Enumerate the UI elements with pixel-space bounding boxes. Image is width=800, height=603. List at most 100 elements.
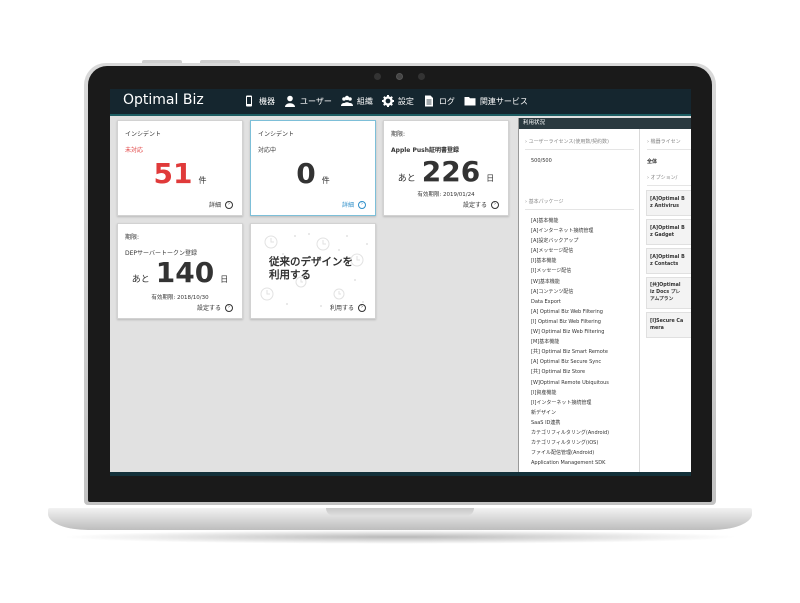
usage-panel-header: 利用状況 [519, 118, 691, 129]
details-link[interactable]: 詳細 › [209, 200, 233, 209]
incident-in-progress-card[interactable]: インシデント 対応中 0件 詳細 › [250, 120, 376, 216]
days-row: あと 140 日 [118, 256, 242, 289]
option-section[interactable]: › オプション/ [647, 174, 677, 181]
legacy-design-card[interactable]: 従来のデザインを 利用する 利用する › [250, 223, 376, 319]
apple-push-cert-card[interactable]: 期限: Apple Push証明書登録 あと 226 日 有効期限: 2019/01… [383, 120, 509, 216]
list-item: [共] Optimal Biz Smart Remote [531, 349, 608, 356]
nav-devices[interactable]: 機器 [243, 95, 275, 107]
arrow-right-circle-icon: › [358, 303, 366, 312]
base-notch [326, 508, 474, 516]
nav-users[interactable]: ユーザー [284, 95, 332, 107]
list-item: [A]基本機能 [531, 218, 559, 224]
list-item: [A]コンテンツ配信 [531, 288, 574, 295]
count-row: 0件 [251, 157, 375, 190]
card-status: 未対応 [125, 147, 144, 154]
days-unit: 日 [486, 174, 495, 183]
days-unit: 日 [220, 275, 229, 284]
header-accent-line [110, 114, 691, 116]
gear-icon [381, 95, 394, 107]
brand-logo[interactable]: Optimal Biz [123, 92, 204, 108]
divider [647, 149, 691, 150]
option-line: [I]Secure Ca [650, 319, 684, 324]
option-line: [共]Optimal [650, 283, 681, 288]
list-item: Data Export [531, 298, 561, 305]
count-unit: 件 [198, 176, 207, 185]
group-icon [340, 95, 353, 106]
section-label: 機器ライセン [650, 139, 681, 145]
list-item: [M]基本機能 [531, 339, 560, 346]
list-item: カテゴリフィルタリング(Android) [531, 429, 610, 436]
list-item: [A] Optimal Biz Secure Sync [531, 359, 602, 366]
main-nav: 機器 ユーザー 組織 設定 ログ 関連サービス [243, 95, 537, 107]
card-title: インシデント [125, 131, 162, 138]
nav-organization[interactable]: 組織 [340, 95, 373, 107]
nav-log[interactable]: ログ [423, 95, 455, 107]
option-line: z Antivirus [650, 204, 679, 209]
link-label: 設定する [196, 305, 221, 312]
app-screen: Optimal Biz 機器 ユーザー 組織 設定 ログ 関連サービス インシデ… [110, 89, 691, 476]
sensor-dot [418, 73, 425, 80]
list-item: ファイル配信管理(Android) [531, 450, 595, 457]
details-link[interactable]: 詳細 › [342, 200, 366, 209]
configure-link[interactable]: 設定する › [463, 200, 499, 209]
webcam [396, 73, 403, 80]
arrow-right-circle-icon: › [225, 200, 233, 209]
option-item: [I]Secure Ca mera [646, 312, 691, 338]
arrow-right-circle-icon: › [225, 303, 233, 312]
section-label: オプション/ [650, 175, 678, 181]
list-item: [W] Optimal Biz Web Filtering [531, 329, 605, 336]
list-item: [I]資産機能 [531, 389, 557, 396]
option-line: mera [650, 326, 664, 331]
user-license-section[interactable]: › ユーザーライセンス(使用数/契約数) [525, 138, 609, 145]
divider [525, 149, 634, 150]
option-line: アムプラン [650, 297, 674, 302]
list-item: 新デザイン [531, 409, 557, 416]
link-label: 詳細 [341, 202, 354, 209]
option-line: [A]Optimal B [650, 255, 685, 260]
nav-label: 組織 [356, 96, 373, 106]
list-item: Application Management SDK [531, 460, 606, 467]
nav-label: ユーザー [300, 96, 332, 106]
divider [647, 185, 691, 186]
promo-line-2: 利用する [269, 269, 311, 281]
expiry-date: 有効期限: 2018/10/30 [151, 295, 209, 301]
base-shadow [60, 530, 740, 544]
screen-bottom-bar [110, 472, 691, 476]
option-line: [A]Optimal B [650, 226, 685, 231]
list-item: [W]基本機能 [531, 278, 560, 285]
days-row: あと 226 日 [384, 155, 508, 188]
card-title: 期限: [125, 234, 140, 241]
laptop-frame: Optimal Biz 機器 ユーザー 組織 設定 ログ 関連サービス インシデ… [0, 0, 800, 603]
all-label: 全体 [647, 159, 658, 165]
legacy-design-text: 従来のデザインを 利用する [269, 256, 353, 282]
nav-settings[interactable]: 設定 [381, 95, 414, 107]
count-unit: 件 [321, 176, 330, 185]
basic-package-section[interactable]: › 基本パッケージ [525, 198, 564, 205]
incident-unhandled-card[interactable]: インシデント 未対応 51 件 詳細 › [117, 120, 243, 216]
divider [525, 209, 634, 210]
days-remaining: 226 [421, 155, 481, 188]
configure-link[interactable]: 設定する › [197, 303, 233, 312]
list-item: カテゴリフィルタリング(iOS) [531, 440, 599, 447]
folder-icon [464, 97, 476, 106]
card-title: 期限: [391, 131, 406, 138]
option-item: [共]Optimal iz Docs プレ アムプラン [646, 277, 691, 309]
use-legacy-link[interactable]: 利用する › [330, 303, 366, 312]
section-label: 基本パッケージ [528, 199, 564, 205]
option-line: z Gadget [650, 233, 675, 238]
device-license-section[interactable]: › 機器ライセン [647, 138, 681, 145]
days-remaining: 140 [155, 256, 215, 289]
usage-panel: 利用状況 › ユーザーライセンス(使用数/契約数) 500/500 › 基本パッ… [518, 118, 691, 476]
list-item: [A]設定バックアップ [531, 238, 579, 245]
option-item: [A]Optimal B z Antivirus [646, 190, 691, 216]
option-line: iz Docs プレ [650, 290, 681, 295]
list-item: [W]Optimal Remote Ubiquitous [531, 379, 609, 386]
promo-line-1: 従来のデザインを [269, 256, 353, 268]
nav-label: ログ [438, 96, 455, 106]
arrow-right-circle-icon: › [491, 200, 499, 209]
dep-token-card[interactable]: 期限: DEPサーバートークン登録 あと 140 日 有効期限: 2018/10/3… [117, 223, 243, 319]
device-license-column: › 機器ライセン 全体 › オプション/ [A]Optimal B z Anti… [641, 129, 691, 476]
card-title: インシデント [258, 131, 295, 138]
in-progress-count: 0 [296, 157, 316, 190]
nav-related-services[interactable]: 関連サービス [464, 95, 528, 107]
